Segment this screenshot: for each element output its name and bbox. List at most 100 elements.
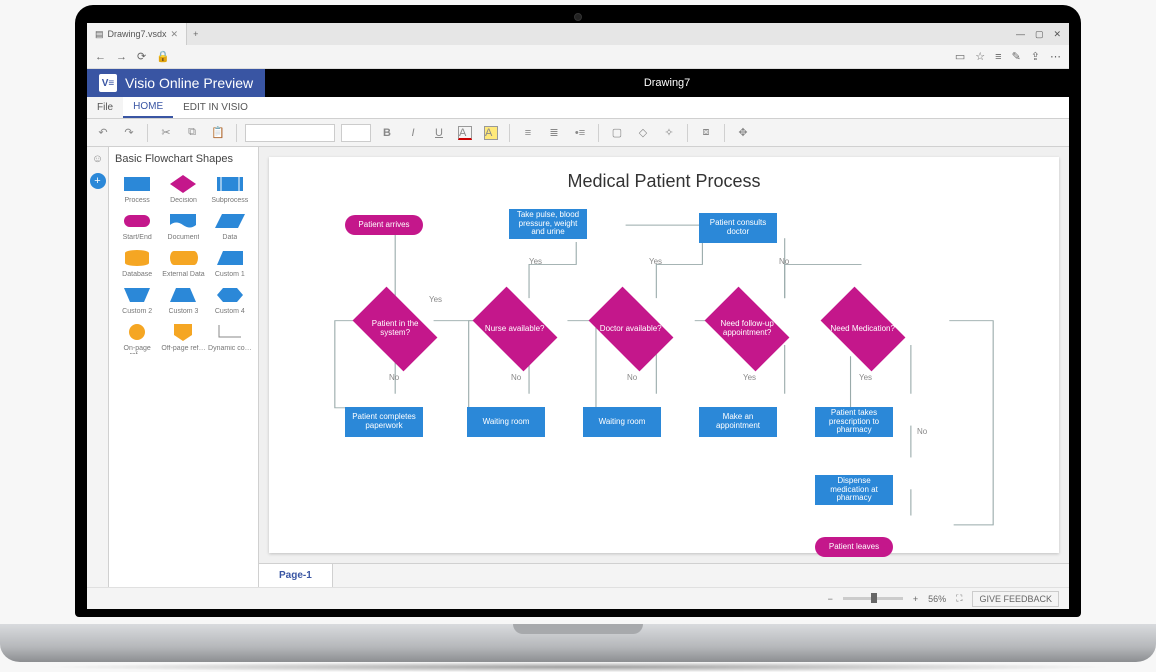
node-decision-followup[interactable]: Need follow-up appointment? <box>705 287 790 372</box>
shape-database[interactable]: Database <box>115 247 159 280</box>
shape-start-end[interactable]: Start/End <box>115 210 159 243</box>
shape-process[interactable]: Process <box>115 173 159 206</box>
nav-refresh-icon[interactable]: ⟳ <box>137 50 146 63</box>
shape-custom3[interactable]: Custom 3 <box>161 284 205 317</box>
window-close-button[interactable]: ✕ <box>1053 29 1061 40</box>
node-prescription[interactable]: Patient takes prescription to pharmacy <box>815 407 893 437</box>
shape-dynamic-connector[interactable]: Dynamic co… <box>208 321 252 354</box>
shape-outline-button[interactable]: ◇ <box>633 123 653 143</box>
menu-bar: File Home EDIT IN VISIO <box>87 97 1069 119</box>
cut-button[interactable]: ✂ <box>156 123 176 143</box>
menu-file[interactable]: File <box>87 97 123 118</box>
node-start[interactable]: Patient arrives <box>345 215 423 235</box>
stencil-person-icon[interactable]: ☺ <box>90 151 106 167</box>
visio-file-icon: ▤ <box>95 29 104 40</box>
status-bar: − + 56% ⛶ GIVE FEEDBACK <box>87 587 1069 609</box>
visio-app-icon: V≡ <box>99 74 117 92</box>
zoom-out-button[interactable]: − <box>828 594 833 604</box>
shapes-panel: Basic Flowchart Shapes Process Decision … <box>109 147 259 587</box>
nav-more-icon[interactable]: ⋯ <box>1050 50 1061 63</box>
shape-onpage-ref[interactable]: On-page ref… <box>115 321 159 354</box>
browser-navbar: ← → ⟳ 🔒 ▭ ☆ ≡ ✎ ⇪ ⋯ <box>87 45 1069 69</box>
font-family-select[interactable] <box>245 124 335 142</box>
position-button[interactable]: ✥ <box>733 123 753 143</box>
browser-tab[interactable]: ▤ Drawing7.vsdx ✕ <box>87 23 187 45</box>
shape-document[interactable]: Document <box>161 210 205 243</box>
align-center-button[interactable]: ≣ <box>544 123 564 143</box>
nav-forward-icon[interactable]: → <box>116 51 127 63</box>
node-paperwork[interactable]: Patient completes paperwork <box>345 407 423 437</box>
nav-share-icon[interactable]: ⇪ <box>1031 50 1040 63</box>
label-yes: Yes <box>529 257 542 266</box>
shape-decision[interactable]: Decision <box>161 173 205 206</box>
page-tab-1[interactable]: Page-1 <box>259 564 333 587</box>
menu-edit-in-visio[interactable]: EDIT IN VISIO <box>173 97 258 118</box>
close-tab-icon[interactable]: ✕ <box>171 29 179 40</box>
bold-button[interactable]: B <box>377 123 397 143</box>
drawing-page[interactable]: Medical Patient Process <box>269 157 1059 553</box>
font-color-button[interactable]: A <box>455 123 475 143</box>
browser-tabbar: ▤ Drawing7.vsdx ✕ + — ▢ ✕ <box>87 23 1069 45</box>
node-end[interactable]: Patient leaves <box>815 537 893 557</box>
node-decision-nurse[interactable]: Nurse available? <box>473 287 558 372</box>
window-maximize-button[interactable]: ▢ <box>1035 29 1044 40</box>
highlight-button[interactable]: A <box>481 123 501 143</box>
label-yes: Yes <box>429 295 442 304</box>
undo-button[interactable]: ↶ <box>93 123 113 143</box>
nav-lock-icon: 🔒 <box>156 50 170 63</box>
align-left-button[interactable]: ≡ <box>518 123 538 143</box>
label-no: No <box>779 257 789 266</box>
shape-custom2[interactable]: Custom 2 <box>115 284 159 317</box>
node-consult[interactable]: Patient consults doctor <box>699 213 777 243</box>
bullets-button[interactable]: •≡ <box>570 123 590 143</box>
shape-custom4[interactable]: Custom 4 <box>208 284 252 317</box>
shape-effects-button[interactable]: ✧ <box>659 123 679 143</box>
arrange-button[interactable]: ⧈ <box>696 123 716 143</box>
canvas-area[interactable]: Medical Patient Process <box>259 147 1069 587</box>
nav-favorite-icon[interactable]: ☆ <box>975 50 985 63</box>
paste-button[interactable]: 📋 <box>208 123 228 143</box>
node-decision-in-system[interactable]: Patient in the system? <box>353 287 438 372</box>
label-no: No <box>389 373 399 382</box>
diagram-title: Medical Patient Process <box>269 157 1059 192</box>
shapes-panel-title: Basic Flowchart Shapes <box>115 153 252 165</box>
node-appointment[interactable]: Make an appointment <box>699 407 777 437</box>
give-feedback-button[interactable]: GIVE FEEDBACK <box>972 591 1059 607</box>
fit-to-window-icon[interactable]: ⛶ <box>956 593 962 604</box>
label-yes: Yes <box>859 373 872 382</box>
node-vitals[interactable]: Take pulse, blood pressure, weight and u… <box>509 209 587 239</box>
shape-offpage-ref[interactable]: Off-page ref… <box>161 321 205 354</box>
shape-fill-button[interactable]: ▢ <box>607 123 627 143</box>
font-size-select[interactable] <box>341 124 371 142</box>
label-no: No <box>917 427 927 436</box>
zoom-in-button[interactable]: + <box>913 594 918 604</box>
shape-data[interactable]: Data <box>208 210 252 243</box>
connectors <box>269 197 1059 553</box>
underline-button[interactable]: U <box>429 123 449 143</box>
label-no: No <box>511 373 521 382</box>
italic-button[interactable]: I <box>403 123 423 143</box>
zoom-slider[interactable] <box>843 597 903 600</box>
shape-subprocess[interactable]: Subprocess <box>208 173 252 206</box>
node-decision-medication[interactable]: Need Medication? <box>821 287 906 372</box>
laptop-camera <box>574 13 582 21</box>
menu-home[interactable]: Home <box>123 97 173 118</box>
app-brand-text: Visio Online Preview <box>125 75 253 91</box>
nav-reading-icon[interactable]: ▭ <box>955 50 965 63</box>
shape-custom1[interactable]: Custom 1 <box>208 247 252 280</box>
nav-notes-icon[interactable]: ✎ <box>1012 50 1021 63</box>
new-tab-button[interactable]: + <box>187 29 204 39</box>
node-waiting1[interactable]: Waiting room <box>467 407 545 437</box>
node-decision-doctor[interactable]: Doctor available? <box>589 287 674 372</box>
window-minimize-button[interactable]: — <box>1016 29 1025 40</box>
copy-button[interactable]: ⧉ <box>182 123 202 143</box>
nav-back-icon[interactable]: ← <box>95 51 106 63</box>
ribbon: ↶ ↷ ✂ ⧉ 📋 B I U A A ≡ ≣ •≡ ▢ ◇ <box>87 119 1069 147</box>
node-dispense[interactable]: Dispense medication at pharmacy <box>815 475 893 505</box>
add-stencil-button[interactable]: + <box>90 173 106 189</box>
left-rail: ☺ + <box>87 147 109 587</box>
nav-hub-icon[interactable]: ≡ <box>995 51 1001 63</box>
node-waiting2[interactable]: Waiting room <box>583 407 661 437</box>
shape-external-data[interactable]: External Data <box>161 247 205 280</box>
redo-button[interactable]: ↷ <box>119 123 139 143</box>
